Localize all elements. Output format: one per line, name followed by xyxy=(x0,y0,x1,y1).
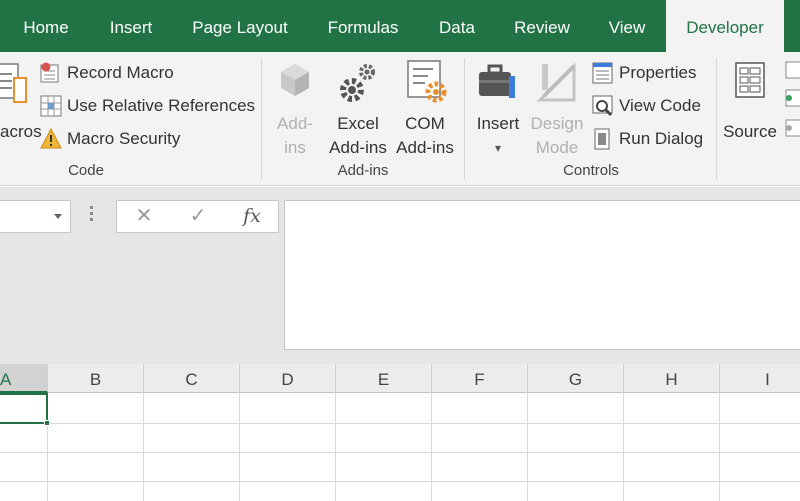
macros-icon xyxy=(0,63,27,103)
ribbon-tab-bar: Home Insert Page Layout Formulas Data Re… xyxy=(0,0,800,52)
add-ins-group-label: Add-ins xyxy=(337,162,389,179)
add-ins-label-line1: Add- xyxy=(277,114,313,133)
formula-bar-area: ✕ ✓ fx xyxy=(0,187,800,364)
design-mode-label-line2: Mode xyxy=(535,138,579,157)
drag-handle-icon[interactable] xyxy=(90,206,94,226)
formula-buttons: ✕ ✓ fx xyxy=(116,200,279,233)
column-header-b[interactable]: B xyxy=(48,364,144,393)
view-code-label: View Code xyxy=(619,96,701,115)
tab-developer[interactable]: Developer xyxy=(666,0,784,52)
gridline xyxy=(0,481,800,482)
toolbox-icon xyxy=(479,64,515,98)
properties-button[interactable]: Properties xyxy=(592,58,696,88)
relative-references-label: Use Relative References xyxy=(67,96,256,115)
gridline xyxy=(0,423,800,424)
run-dialog-icon xyxy=(592,128,614,150)
chevron-down-icon[interactable] xyxy=(54,214,62,219)
column-header-e[interactable]: E xyxy=(336,364,432,393)
tab-review[interactable]: Review xyxy=(504,0,580,52)
gridline xyxy=(335,393,336,501)
com-add-ins-icon xyxy=(407,60,447,103)
source-button[interactable]: Source xyxy=(720,60,780,144)
excel-add-ins-label-line2: Add-ins xyxy=(329,138,387,157)
warning-icon xyxy=(40,127,62,150)
tab-formulas[interactable]: Formulas xyxy=(316,0,410,52)
group-separator xyxy=(464,58,465,180)
tab-home[interactable]: Home xyxy=(8,0,84,52)
excel-add-ins-button[interactable]: Excel Add-ins xyxy=(324,60,392,160)
record-macro-label: Record Macro xyxy=(67,63,174,82)
name-box[interactable] xyxy=(0,200,71,233)
gridline xyxy=(527,393,528,501)
gridline xyxy=(719,393,720,501)
insert-function-icon[interactable]: fx xyxy=(227,201,277,232)
fill-handle[interactable] xyxy=(44,420,50,426)
tab-insert[interactable]: Insert xyxy=(100,0,162,52)
record-macro-icon xyxy=(40,62,62,84)
insert-control-label: Insert xyxy=(476,114,520,133)
macro-security-button[interactable]: Macro Security xyxy=(40,124,180,154)
run-dialog-button[interactable]: Run Dialog xyxy=(592,124,703,154)
column-header-c[interactable]: C xyxy=(144,364,240,393)
group-separator xyxy=(716,58,717,180)
code-group-label: Code xyxy=(68,162,104,179)
xml-commands-icon[interactable] xyxy=(783,60,800,150)
selected-cell[interactable] xyxy=(0,393,50,426)
com-add-ins-label-line2: Add-ins xyxy=(396,138,454,157)
view-code-button[interactable]: View Code xyxy=(592,91,701,121)
worksheet-grid[interactable] xyxy=(0,393,800,501)
design-mode-label-line1: Design xyxy=(530,114,584,133)
run-dialog-label: Run Dialog xyxy=(619,129,704,148)
gridline xyxy=(623,393,624,501)
column-header-a[interactable]: A xyxy=(0,364,48,393)
column-header-f[interactable]: F xyxy=(432,364,528,393)
insert-control-button[interactable]: Insert ▾ xyxy=(472,60,524,160)
macros-button[interactable]: acros xyxy=(0,60,42,144)
tab-data[interactable]: Data xyxy=(428,0,486,52)
properties-label: Properties xyxy=(619,63,697,82)
source-label: Source xyxy=(723,122,777,141)
design-mode-button[interactable]: Design Mode xyxy=(526,60,588,160)
gridline xyxy=(0,452,800,453)
cancel-icon[interactable]: ✕ xyxy=(119,201,169,232)
column-header-g[interactable]: G xyxy=(528,364,624,393)
add-ins-icon xyxy=(281,64,309,96)
com-add-ins-button[interactable]: COM Add-ins xyxy=(392,60,458,160)
gears-icon xyxy=(340,64,375,102)
controls-group-label: Controls xyxy=(563,162,619,179)
column-header-d[interactable]: D xyxy=(240,364,336,393)
com-add-ins-label-line1: COM xyxy=(405,114,445,133)
xml-source-icon xyxy=(735,62,765,98)
gridline xyxy=(431,393,432,501)
tab-view[interactable]: View xyxy=(598,0,656,52)
view-code-icon xyxy=(592,95,614,117)
excel-add-ins-label-line1: Excel xyxy=(337,114,379,133)
gridline xyxy=(143,393,144,501)
formula-input[interactable] xyxy=(284,200,800,350)
macros-label: acros xyxy=(0,122,42,141)
use-relative-references-button[interactable]: Use Relative References xyxy=(40,91,255,121)
record-macro-button[interactable]: Record Macro xyxy=(40,58,174,88)
gridline xyxy=(239,393,240,501)
add-ins-label-line2: ins xyxy=(284,138,306,157)
column-header-h[interactable]: H xyxy=(624,364,720,393)
enter-icon[interactable]: ✓ xyxy=(173,201,223,232)
properties-icon xyxy=(592,62,614,84)
ribbon: acros Record Macro Use Relative Referenc… xyxy=(0,52,800,186)
column-header-i[interactable]: I xyxy=(720,364,800,393)
chevron-down-icon: ▾ xyxy=(494,141,502,155)
tab-page-layout[interactable]: Page Layout xyxy=(180,0,300,52)
design-mode-icon xyxy=(536,62,576,102)
add-ins-button[interactable]: Add- ins xyxy=(268,60,322,160)
column-headers: A B C D E F G H I xyxy=(0,364,800,393)
relative-references-icon xyxy=(40,95,62,117)
macro-security-label: Macro Security xyxy=(67,129,181,148)
